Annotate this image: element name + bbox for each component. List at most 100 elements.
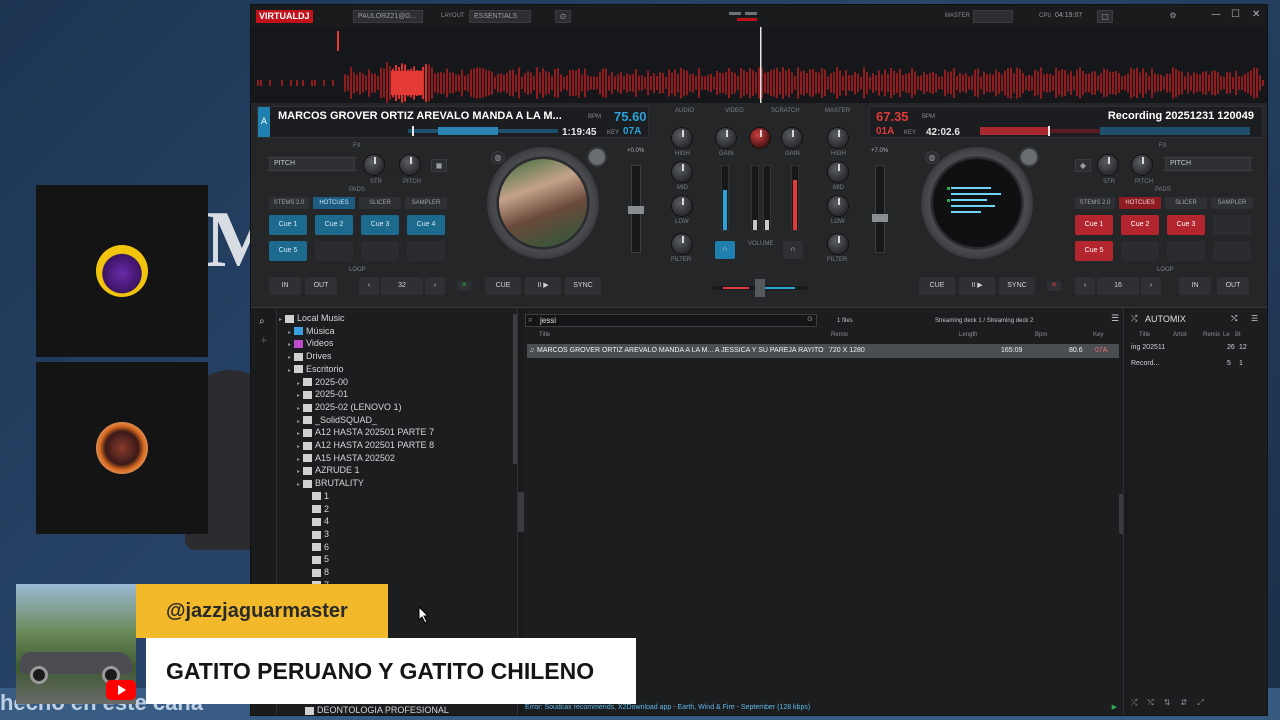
left-pitch-knob[interactable] (399, 154, 421, 176)
right-mode-sampler[interactable]: SAMPLER (1211, 197, 1253, 209)
table-row[interactable]: ♫ MARCOS GROVER ORTIZ AREVALO MANDA A LA… (527, 344, 1119, 358)
tree-item[interactable]: 3 (306, 528, 329, 540)
left-headphone-icon[interactable]: ∩ (715, 241, 735, 259)
right-mode-slicer[interactable]: SLICER (1165, 197, 1207, 209)
tree-item[interactable]: 4 (306, 515, 329, 527)
right-high-knob[interactable] (827, 161, 849, 183)
right-str-knob[interactable] (1097, 154, 1119, 176)
left-mode-hotcues[interactable]: HOTCUES (313, 197, 355, 209)
right-fx-toggle[interactable]: ◆ (1075, 159, 1091, 172)
right-loop-size[interactable]: 16 (1097, 277, 1139, 295)
left-mode-sampler[interactable]: SAMPLER (405, 197, 447, 209)
tree-item[interactable]: 1 (306, 490, 329, 502)
col-header-key[interactable]: Key (1093, 332, 1103, 338)
right-low-knob[interactable] (827, 233, 849, 255)
automix-menu-icon[interactable]: ☰ (1251, 314, 1258, 323)
automix-col-bt[interactable]: Bt (1235, 332, 1241, 338)
left-mode-stems[interactable]: STEMS 2.0 (269, 197, 309, 209)
play-preview-icon[interactable]: ▶ (1112, 701, 1117, 715)
automix-col-title[interactable]: Title (1139, 332, 1150, 338)
right-pad-empty[interactable] (1213, 241, 1251, 261)
right-loop-prev-icon[interactable]: ‹ (1075, 277, 1095, 295)
crossfader[interactable] (713, 279, 809, 297)
tree-item[interactable]: ▸ Videos (288, 337, 333, 349)
right-pad-cue2[interactable]: Cue 2 (1121, 215, 1159, 235)
layout-select[interactable]: ESSENTIALS (469, 10, 531, 23)
settings-tools-button[interactable]: ⊙ (555, 10, 571, 23)
gear-icon[interactable]: ⚙ (1165, 10, 1181, 23)
right-headphone-icon[interactable]: ∩ (783, 241, 803, 259)
right-cue-button[interactable]: CUE (919, 277, 955, 295)
record-icon[interactable]: ▢ (1097, 10, 1113, 23)
right-pad-empty[interactable] (1167, 241, 1205, 261)
left-loop-in-button[interactable]: IN (269, 277, 301, 295)
tree-item[interactable]: ▸ AZRUDE 1 (297, 464, 360, 476)
left-loop-out-button[interactable]: OUT (305, 277, 337, 295)
automix-col-artist[interactable]: Artist (1173, 332, 1187, 338)
left-play-button[interactable]: II ▶ (525, 277, 561, 295)
left-high-knob[interactable] (671, 161, 693, 183)
list-menu-icon[interactable]: ☰ (1111, 314, 1119, 324)
tree-item[interactable]: 5 (306, 553, 329, 565)
left-channel-gain-knob[interactable] (715, 127, 737, 149)
search-input[interactable]: jessi (525, 314, 817, 327)
right-mode-stems[interactable]: STEMS 2.0 (1075, 197, 1115, 209)
right-scratch-icon[interactable]: ◍ (925, 151, 939, 164)
left-pad-cue3[interactable]: Cue 3 (361, 215, 399, 235)
right-volume-fader[interactable] (791, 165, 799, 231)
close-icon[interactable]: ✕ (1252, 9, 1260, 20)
right-loop-in-button[interactable]: IN (1179, 277, 1211, 295)
left-loop-next-icon[interactable]: › (425, 277, 445, 295)
deck-select-icon[interactable]: A (258, 107, 270, 137)
right-jogwheel[interactable] (921, 147, 1033, 259)
right-loop-out-button[interactable]: OUT (1217, 277, 1249, 295)
automix-row[interactable]: Record... 5 1 (1131, 360, 1263, 372)
right-channel-gain-knob[interactable] (781, 127, 803, 149)
left-fx-select[interactable]: PITCH (269, 157, 355, 171)
right-fx-select[interactable]: PITCH (1165, 157, 1251, 171)
tree-item[interactable]: ▸ 2025-00 (297, 376, 348, 388)
right-pitch-knob[interactable] (1131, 154, 1153, 176)
right-pad-empty[interactable] (1121, 241, 1159, 261)
right-pad-cue1[interactable]: Cue 1 (1075, 215, 1113, 235)
left-pad-cue1[interactable]: Cue 1 (269, 215, 307, 235)
left-str-knob[interactable] (363, 154, 385, 176)
tree-item[interactable]: 8 (306, 566, 329, 578)
automix-toolbar[interactable]: ⤮⤭⇅⇵⤢ (1131, 698, 1263, 710)
left-sync-button[interactable]: SYNC (565, 277, 601, 295)
tree-item[interactable]: ▸ Local Music (279, 312, 345, 324)
search-icon[interactable]: ⌕ (259, 316, 265, 327)
add-icon[interactable]: + (260, 336, 268, 346)
right-pad-cue3[interactable]: Cue 3 (1167, 215, 1205, 235)
waveform-display[interactable] (251, 27, 1267, 103)
tree-item[interactable]: ▸ A15 HASTA 202502 (297, 452, 395, 464)
right-mode-hotcues[interactable]: HOTCUES (1119, 197, 1161, 209)
left-pad-empty[interactable] (361, 241, 399, 261)
col-header-length[interactable]: Length (959, 332, 977, 338)
left-loop-size[interactable]: 32 (381, 277, 423, 295)
tree-item[interactable]: ▸ 2025-02 (LENOVO 1) (297, 401, 402, 413)
tree-item[interactable]: ▸ _SolidSQUAD_ (297, 414, 377, 426)
tree-item-bottom[interactable]: DEONTOLOGIA PROFESIONAL (305, 704, 449, 715)
right-loop-next-icon[interactable]: › (1141, 277, 1161, 295)
maximize-icon[interactable]: ☐ (1231, 9, 1240, 20)
tree-item[interactable]: 2 (306, 503, 329, 515)
col-header-title[interactable]: Title (539, 332, 550, 338)
left-volume-fader[interactable] (721, 165, 729, 231)
mixer-center-knob[interactable] (749, 127, 771, 149)
left-loop-active-icon[interactable]: ✕ (457, 281, 471, 291)
left-low-knob[interactable] (671, 233, 693, 255)
col-header-bpm[interactable]: Bpm (1035, 332, 1047, 338)
right-play-button[interactable]: II ▶ (959, 277, 995, 295)
right-pitch-slider[interactable] (872, 165, 888, 253)
right-pad-empty[interactable] (1213, 215, 1251, 235)
tree-item[interactable]: ▸ Drives (288, 350, 332, 362)
left-pitch-slider[interactable] (628, 165, 644, 253)
right-loop-active-icon[interactable]: ✕ (1047, 281, 1061, 291)
left-jogwheel[interactable] (487, 147, 599, 259)
automix-row[interactable]: ing 202511 26 12 (1131, 344, 1263, 356)
automix-col-remix[interactable]: Remix (1203, 332, 1220, 338)
left-pad-cue2[interactable]: Cue 2 (315, 215, 353, 235)
left-fx-toggle[interactable]: ◼ (431, 159, 447, 172)
search-options-icon[interactable]: ⊙ (807, 315, 813, 323)
